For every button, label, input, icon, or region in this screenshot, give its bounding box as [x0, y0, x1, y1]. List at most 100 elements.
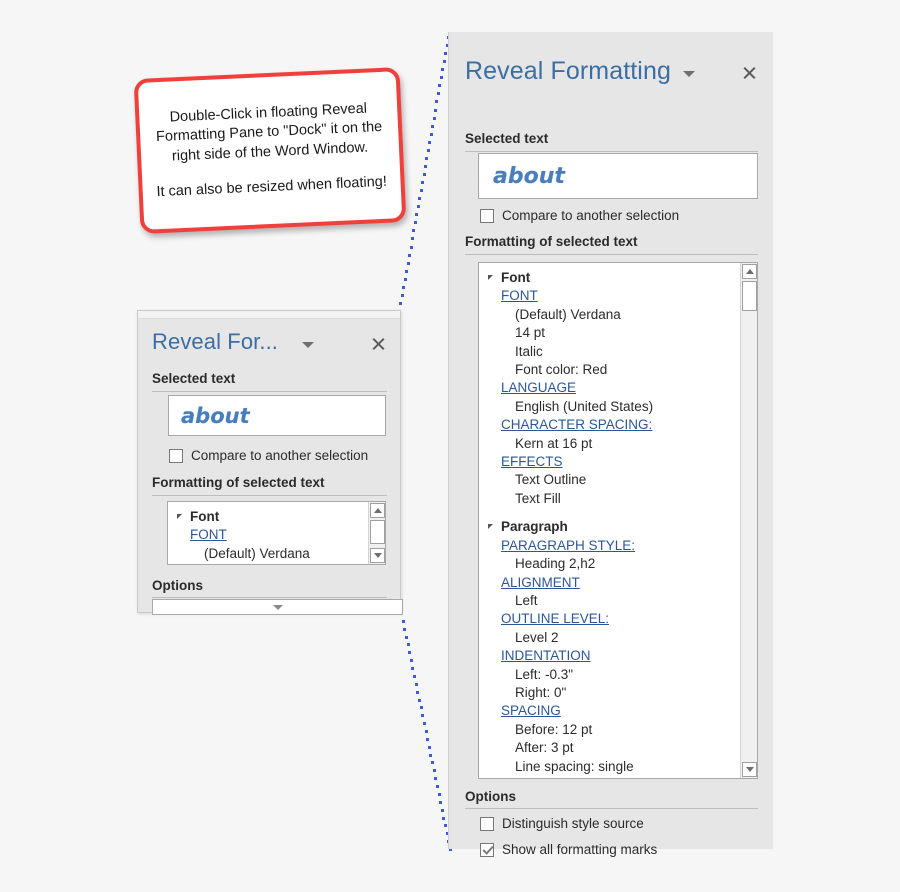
divider	[465, 150, 758, 152]
formatting-property-value: Right: 0"	[515, 684, 567, 700]
floating-formatting-heading: Formatting of selected text	[152, 475, 325, 490]
formatting-property-value: 14 pt	[168, 563, 310, 564]
docked-option-distinguish-style-source[interactable]: Distinguish style source	[480, 816, 644, 831]
formatting-property-value: (Default) Verdana	[515, 306, 621, 322]
docked-compare-checkbox-label: Compare to another selection	[502, 208, 680, 223]
formatting-property-value: Italic	[515, 343, 543, 359]
formatting-property-value: Before: 12 pt	[515, 721, 593, 737]
floating-options-heading: Options	[152, 578, 203, 593]
floating-compare-selection-row[interactable]: Compare to another selection	[169, 448, 368, 463]
formatting-property-value: Font color: Red	[515, 362, 608, 378]
close-icon[interactable]	[742, 65, 757, 80]
formatting-group-label: Paragraph	[501, 519, 568, 535]
chevron-down-icon[interactable]	[302, 341, 315, 348]
formatting-property-link[interactable]: FONT	[168, 526, 310, 544]
collapse-triangle-icon[interactable]	[177, 514, 182, 519]
divider	[465, 253, 758, 255]
formatting-property-link[interactable]: LANGUAGE	[479, 379, 661, 397]
docked-formatting-list-content: Font FONT (Default) Verdana 14 pt Italic Font…	[479, 263, 661, 778]
formatting-property-value: Kern at 16 pt	[515, 435, 593, 451]
collapse-triangle-icon[interactable]	[488, 524, 493, 530]
formatting-property-link[interactable]: SPACING	[479, 702, 661, 720]
formatting-property-link[interactable]: ALIGNMENT	[479, 574, 661, 592]
docked-options-section: Options	[465, 790, 758, 809]
docked-selected-text-box[interactable]: about	[478, 153, 758, 199]
docked-formatting-heading: Formatting of selected text	[465, 234, 638, 249]
floating-formatting-list-content: Font FONT(Default) Verdana 14 pt	[168, 502, 310, 564]
docked-reveal-formatting-pane: Reveal Formatting Selected text about Co…	[448, 32, 773, 857]
formatting-property-link[interactable]: INDENTATION	[479, 647, 661, 665]
floating-selected-text-section: Selected text	[152, 372, 387, 392]
floating-reveal-formatting-pane: Reveal For... Selected text about Compar…	[137, 310, 403, 615]
divider	[152, 494, 387, 496]
formatting-group-label: Font	[190, 509, 220, 524]
floating-formatting-scrollbar[interactable]	[368, 502, 385, 564]
formatting-property-link[interactable]: OUTLINE LEVEL:	[479, 610, 661, 628]
floating-pane-titlebar[interactable]	[138, 311, 400, 319]
formatting-property-value: Text Fill	[515, 490, 561, 506]
docked-formatting-list[interactable]: Font FONT (Default) Verdana 14 pt Italic Font…	[478, 262, 758, 779]
formatting-property-link[interactable]: EFFECTS	[479, 453, 661, 471]
formatting-property-value: After: 3 pt	[515, 740, 574, 756]
formatting-property-link[interactable]: LINE AND PAGE BREAKS	[479, 776, 661, 778]
formatting-group-header: Font	[168, 508, 310, 526]
docked-formatting-section: Formatting of selected text	[465, 235, 758, 255]
formatting-group-header: Font	[479, 269, 661, 287]
docked-pane-title: Reveal Formatting	[465, 56, 671, 85]
formatting-property-value: Heading 2,h2	[515, 556, 596, 572]
scroll-up-arrow-icon[interactable]	[742, 264, 757, 279]
floating-selected-text-heading: Selected text	[152, 371, 236, 386]
chevron-down-icon	[272, 604, 283, 610]
formatting-property-value: Left: -0.3"	[515, 666, 574, 682]
floating-options-section: Options	[152, 579, 387, 598]
formatting-property-value: English (United States)	[515, 398, 654, 414]
formatting-group-label: Font	[501, 270, 531, 285]
scrollbar-thumb[interactable]	[370, 520, 385, 544]
distinguish-style-source-checkbox[interactable]	[480, 816, 494, 831]
docked-selected-text-value: about	[493, 163, 565, 189]
formatting-property-value: Level 2	[515, 629, 559, 645]
instruction-callout: Double-Click in floating Reveal Formatti…	[133, 67, 407, 234]
floating-options-dropdown[interactable]	[152, 599, 403, 615]
distinguish-style-source-label: Distinguish style source	[502, 816, 644, 831]
scroll-up-arrow-icon[interactable]	[370, 503, 385, 518]
scroll-down-arrow-icon[interactable]	[370, 548, 385, 563]
formatting-property-value: Left	[515, 592, 538, 608]
floating-pane-title: Reveal For...	[152, 329, 279, 354]
formatting-property-value: Line spacing: single	[515, 758, 634, 774]
floating-compare-checkbox[interactable]	[169, 448, 183, 463]
callout-line-2: It can also be resized when floating!	[156, 173, 388, 200]
docked-option-show-all-formatting-marks[interactable]: Show all formatting marks	[480, 842, 657, 857]
floating-compare-checkbox-label: Compare to another selection	[191, 448, 369, 463]
collapse-triangle-icon[interactable]	[488, 275, 493, 280]
formatting-property-link[interactable]: FONT	[479, 287, 661, 305]
chevron-down-icon[interactable]	[682, 71, 695, 77]
scrollbar-thumb[interactable]	[742, 281, 757, 311]
docked-options-heading: Options	[465, 789, 516, 804]
formatting-property-value: (Default) Verdana	[204, 545, 310, 561]
docked-pane-header: Reveal Formatting	[465, 56, 757, 86]
formatting-group-header: Paragraph	[479, 518, 661, 536]
scroll-down-arrow-icon[interactable]	[742, 762, 757, 777]
formatting-property-value: 14 pt	[515, 325, 546, 341]
formatting-property-value: Text Outline	[515, 472, 587, 488]
docked-compare-checkbox[interactable]	[480, 208, 494, 223]
divider	[152, 390, 387, 392]
floating-formatting-section: Formatting of selected text	[152, 476, 387, 496]
floating-pane-header: Reveal For...	[152, 328, 386, 356]
formatting-property-link[interactable]: CHARACTER SPACING:	[479, 416, 661, 434]
close-icon[interactable]	[371, 336, 386, 351]
floating-selected-text-box[interactable]: about	[168, 395, 386, 436]
docked-compare-selection-row[interactable]: Compare to another selection	[480, 208, 679, 223]
docked-formatting-scrollbar[interactable]	[740, 263, 757, 778]
floating-selected-text-value: about	[181, 403, 250, 428]
formatting-spacer	[479, 508, 661, 518]
docked-selected-text-section: Selected text	[465, 132, 758, 152]
formatting-property-link[interactable]: PARAGRAPH STYLE:	[479, 537, 661, 555]
divider	[465, 807, 758, 809]
show-all-formatting-marks-label: Show all formatting marks	[502, 842, 658, 857]
divider	[152, 596, 387, 598]
callout-line-1: Double-Click in floating Reveal Formatti…	[155, 100, 383, 164]
floating-formatting-list[interactable]: Font FONT(Default) Verdana 14 pt	[167, 501, 386, 565]
show-all-formatting-marks-checkbox[interactable]	[480, 842, 494, 857]
